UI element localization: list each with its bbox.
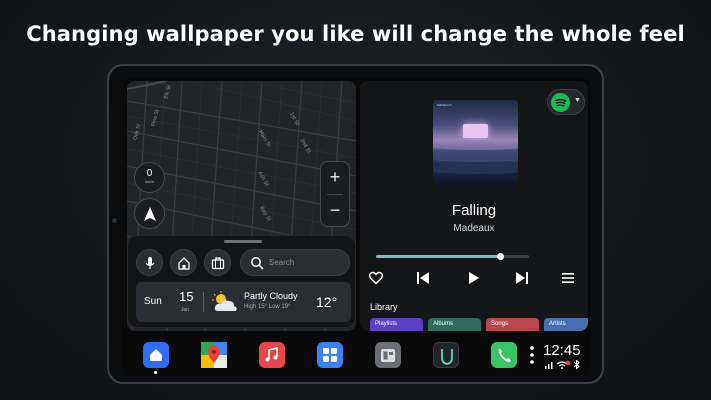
speed-value: 0 <box>146 168 153 179</box>
home-app-icon[interactable] <box>143 342 169 368</box>
search-icon <box>251 257 264 270</box>
maps-app-icon[interactable] <box>201 342 227 368</box>
bluetooth-icon <box>573 360 580 370</box>
active-indicator <box>154 371 157 374</box>
playback-progress[interactable] <box>376 253 529 260</box>
progress-fill <box>376 255 500 258</box>
briefcase-icon <box>211 257 225 270</box>
media-source-selector[interactable]: ▼ <box>547 89 585 115</box>
microphone-icon <box>145 257 155 269</box>
home-icon <box>178 257 190 270</box>
album-art-wave <box>433 140 518 150</box>
car-screen: Elk St Pine St Oak St Main St 1st St 2nd… <box>123 78 590 376</box>
quick-widget-panel: Search Sun 15 Jan Partly Cloudy High 15°… <box>127 235 356 328</box>
album-art-wave <box>433 152 518 162</box>
media-player: ▼ MADEAUX Falling Madeaux Library Playli… <box>360 81 588 331</box>
album-art-light <box>463 124 488 138</box>
music-app-icon[interactable] <box>259 342 285 368</box>
shield-app-icon[interactable] <box>433 342 459 368</box>
speed-unit: km/h <box>145 179 154 184</box>
zoom-out-button[interactable]: − <box>321 195 349 227</box>
drag-handle[interactable] <box>224 240 262 243</box>
wifi-icon <box>556 361 568 369</box>
recenter-button[interactable] <box>134 198 165 229</box>
next-track-button[interactable] <box>514 270 530 286</box>
library-title: Library <box>370 302 398 312</box>
work-nav-button[interactable] <box>204 249 231 276</box>
speedometer: 0 km/h <box>134 162 165 193</box>
play-button[interactable] <box>465 270 481 286</box>
weather-condition: Partly Cloudy <box>244 291 298 301</box>
app-dock: 12:45 <box>123 335 590 376</box>
camera <box>112 218 117 223</box>
home-nav-button[interactable] <box>170 249 197 276</box>
partly-cloudy-icon <box>212 291 237 311</box>
previous-track-button[interactable] <box>415 270 431 286</box>
tablet-frame: Elk St Pine St Oak St Main St 1st St 2nd… <box>107 64 604 384</box>
track-artist: Madeaux <box>453 223 495 234</box>
like-button[interactable] <box>368 270 384 286</box>
status-icons <box>545 360 580 370</box>
zoom-controls: + − <box>320 161 350 227</box>
weather-day: Sun <box>144 296 162 307</box>
album-art-wave <box>433 164 518 174</box>
queue-menu-button[interactable] <box>560 270 576 286</box>
spotify-icon <box>551 93 570 112</box>
weather-month: Jan <box>181 307 190 313</box>
notification-dot <box>565 360 571 366</box>
headline: Changing wallpaper you like will change … <box>26 22 685 46</box>
track-title: Falling <box>451 202 497 219</box>
more-options-icon[interactable] <box>528 344 536 366</box>
library-chip-artists[interactable]: Artists <box>544 318 588 331</box>
weather-high-low: High 15° Low 19° <box>244 304 291 310</box>
album-art-text: MADEAUX <box>437 103 452 107</box>
weather-date: 15 <box>179 289 194 304</box>
search-bar[interactable]: Search <box>240 249 350 276</box>
signal-icon <box>545 362 553 369</box>
weather-card[interactable]: Sun 15 Jan Partly Cloudy High 15° Low 19… <box>136 282 351 322</box>
zoom-in-button[interactable]: + <box>321 162 349 194</box>
navigation-arrow-icon <box>144 207 156 221</box>
weather-divider <box>203 292 204 312</box>
library-chip-albums[interactable]: Albums <box>428 318 481 331</box>
progress-knob[interactable] <box>496 253 504 260</box>
weather-temperature: 12° <box>316 294 338 310</box>
library-chip-songs[interactable]: Songs <box>486 318 539 331</box>
album-art: MADEAUX <box>433 100 518 185</box>
apps-grid-icon[interactable] <box>317 342 343 368</box>
car-settings-icon[interactable] <box>375 342 401 368</box>
voice-button[interactable] <box>136 249 163 276</box>
search-placeholder: Search <box>269 258 295 267</box>
chevron-down-icon: ▼ <box>574 97 581 104</box>
clock: 12:45 <box>543 342 581 359</box>
library-chip-playlists[interactable]: Playlists <box>370 318 423 331</box>
phone-app-icon[interactable] <box>491 342 517 368</box>
